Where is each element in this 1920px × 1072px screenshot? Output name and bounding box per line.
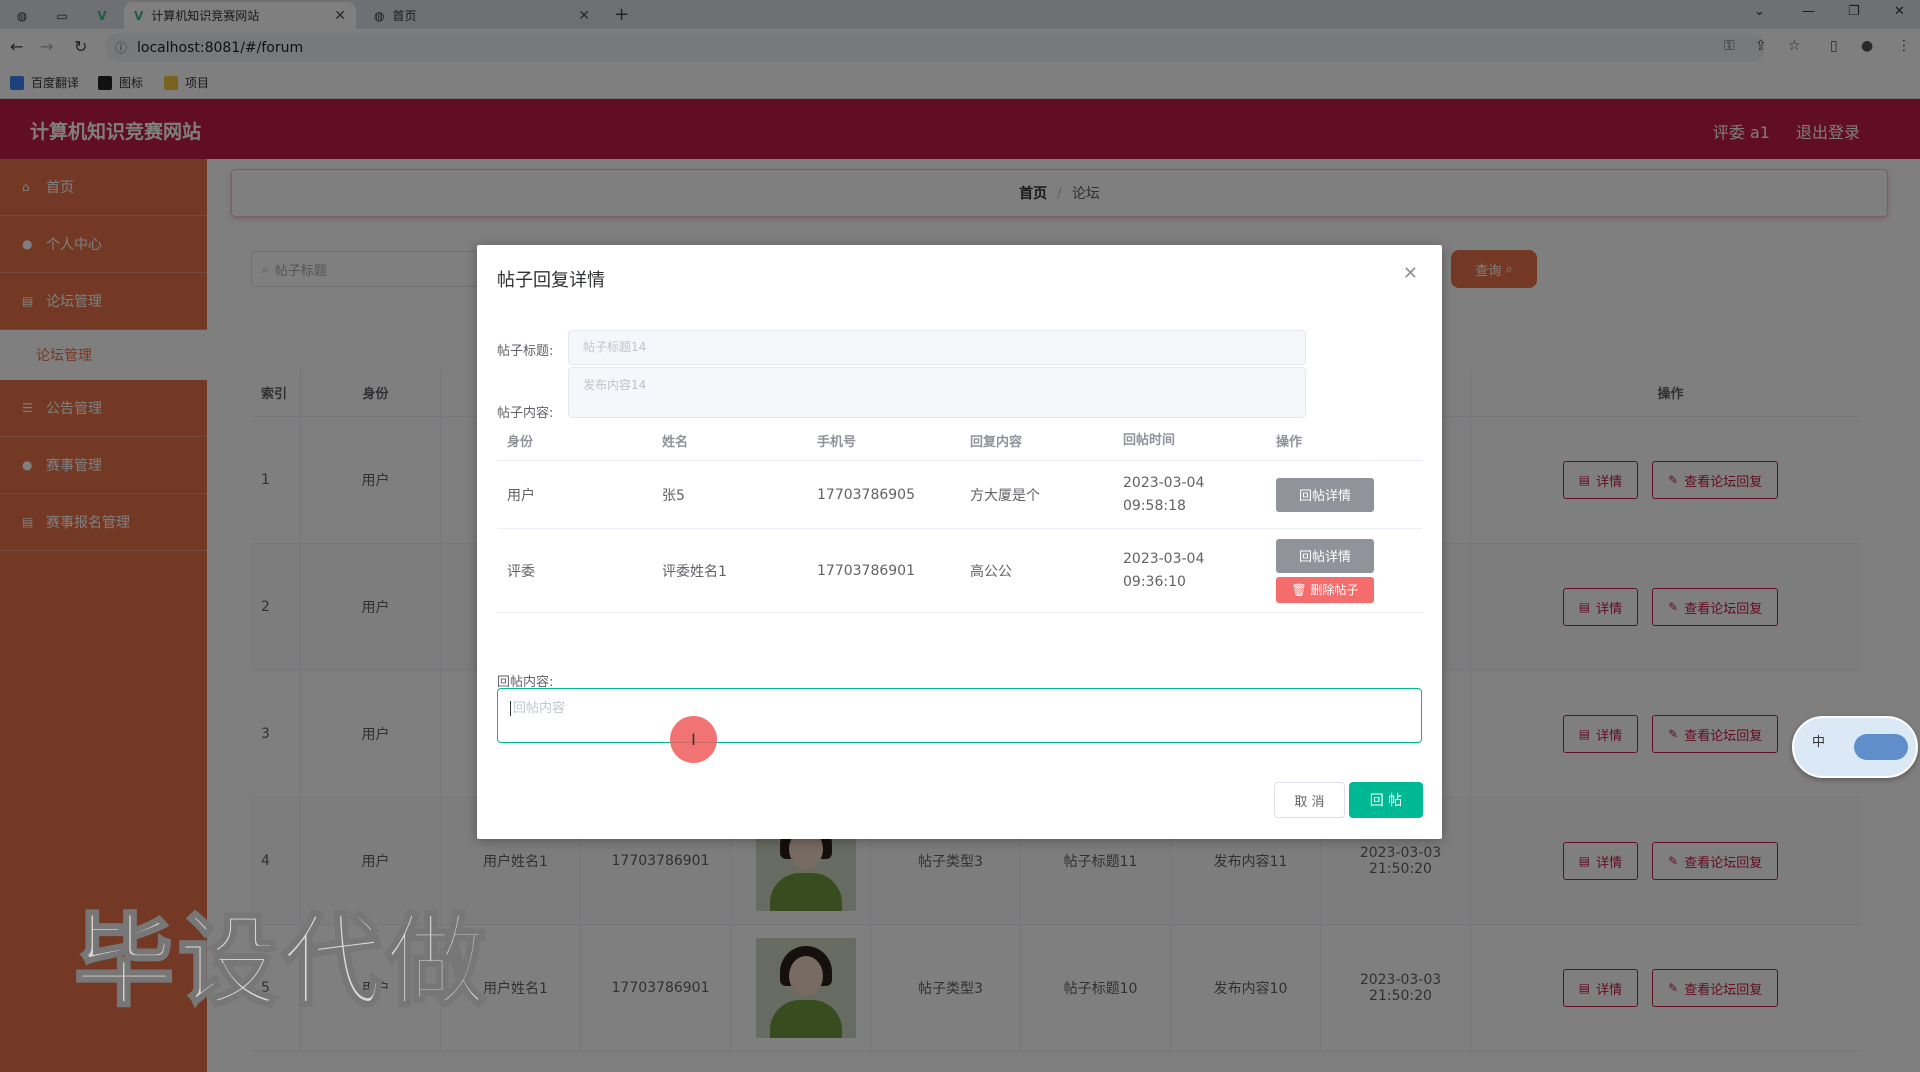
- reply-detail-dialog: 帖子回复详情 ✕ 帖子标题: 帖子标题14 帖子内容: 发布内容14 身份 姓名…: [477, 245, 1442, 839]
- delete-post-label: 删除帖子: [1310, 583, 1359, 597]
- reply-ops: 回帖详情: [1266, 477, 1422, 512]
- close-icon[interactable]: ✕: [1403, 263, 1418, 284]
- header-role: 身份: [507, 435, 534, 450]
- reply-time: 2023-03-04 09:36:10: [1123, 550, 1205, 590]
- post-title-label: 帖子标题:: [497, 344, 554, 359]
- table-row: 评委 评委姓名1 17703786901 高公公 2023-03-04 09:3…: [497, 529, 1422, 613]
- reply-detail-button[interactable]: 回帖详情: [1276, 538, 1374, 573]
- trash-icon: 🗑: [1291, 582, 1307, 597]
- watermark-text: 毕设代做: [73, 902, 490, 1022]
- ime-floating-widget[interactable]: 中: [1792, 716, 1918, 778]
- reply-detail-button[interactable]: 回帖详情: [1276, 477, 1374, 512]
- dialog-title: 帖子回复详情: [497, 270, 605, 291]
- text-cursor-icon: I: [691, 730, 696, 749]
- reply-content: 方大厦是个: [970, 487, 1040, 504]
- replies-table: 身份 姓名 手机号 回复内容 回帖时间 操作 用户 张5 17703786905…: [497, 421, 1422, 613]
- text-caret: [510, 701, 511, 716]
- reply-placeholder: 回帖内容: [513, 701, 566, 716]
- delete-post-button[interactable]: 🗑 删除帖子: [1276, 576, 1374, 603]
- reply-content: 高公公: [970, 563, 1012, 580]
- ime-label: 中: [1812, 735, 1826, 750]
- table-row: 用户 张5 17703786905 方大厦是个 2023-03-04 09:58…: [497, 461, 1422, 529]
- post-content-field: 发布内容14: [568, 367, 1306, 418]
- header-reply-content: 回复内容: [970, 435, 1023, 450]
- submit-reply-button[interactable]: 回 帖: [1349, 782, 1423, 818]
- reply-textarea[interactable]: 回帖内容: [497, 688, 1422, 743]
- post-title-field: 帖子标题14: [568, 330, 1306, 365]
- reply-phone: 17703786905: [817, 486, 915, 503]
- reply-role: 评委: [507, 563, 535, 580]
- reply-ops: 回帖详情 🗑 删除帖子: [1266, 538, 1422, 603]
- mouse-cursor-indicator: I: [670, 716, 717, 763]
- wave-icon: [1854, 734, 1908, 760]
- header-reply-time: 回帖时间: [1123, 433, 1176, 448]
- header-phone: 手机号: [817, 435, 857, 450]
- reply-phone: 17703786901: [817, 562, 915, 579]
- post-content-label: 帖子内容:: [497, 406, 554, 421]
- reply-name: 张5: [662, 487, 685, 504]
- reply-name: 评委姓名1: [662, 563, 727, 580]
- reply-role: 用户: [507, 487, 535, 504]
- header-ops: 操作: [1276, 435, 1303, 450]
- reply-time: 2023-03-04 09:58:18: [1123, 474, 1205, 514]
- replies-header: 身份 姓名 手机号 回复内容 回帖时间 操作: [497, 421, 1422, 461]
- header-name: 姓名: [662, 435, 689, 450]
- cancel-button[interactable]: 取 消: [1274, 782, 1345, 818]
